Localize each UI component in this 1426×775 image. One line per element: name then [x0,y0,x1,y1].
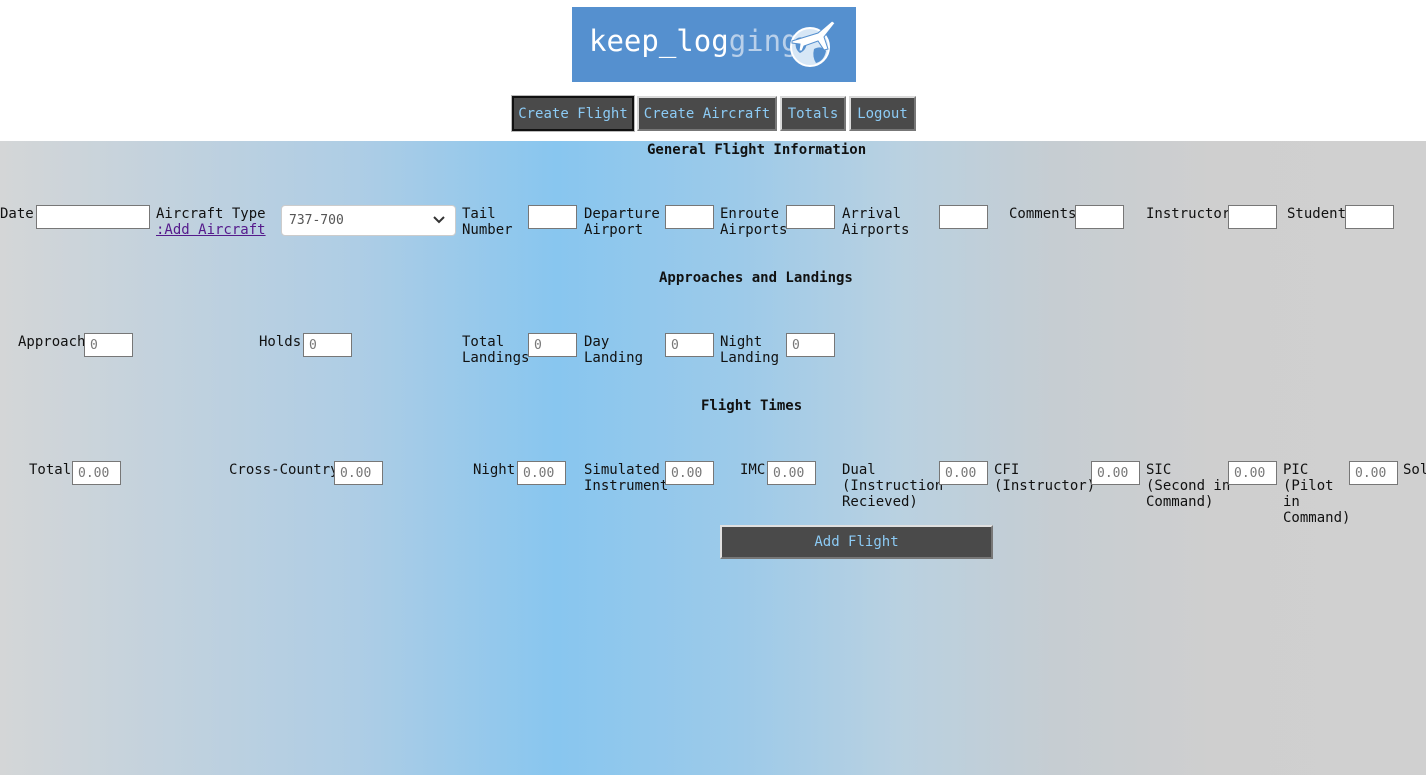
night-landing-input[interactable] [786,333,835,357]
add-aircraft-link[interactable]: :Add Aircraft [156,222,266,238]
night-landing-label-line2: Landing [720,350,780,366]
flight-times-title: Flight Times [701,398,803,414]
simulated-instrument-input[interactable] [665,461,714,485]
aircraft-type-selected: 737-700 [289,213,344,228]
sic-label-line3: Command) [1146,494,1214,510]
arrival-airports-input[interactable] [939,205,988,229]
totals-button[interactable]: Totals [780,96,846,131]
student-input[interactable] [1345,205,1394,229]
total-landings-input[interactable] [528,333,577,357]
arrival-airports-label-line1: Arrival [842,206,902,222]
tail-number-input[interactable] [528,205,577,229]
approach-label: Approach [18,334,86,350]
instructor-label: Instructor [1146,206,1231,222]
day-landing-label: Day Landing [584,334,643,366]
sic-label-line2: (Second in [1146,478,1231,494]
enroute-airports-input[interactable] [786,205,835,229]
night-landing-label: Night Landing [720,334,779,366]
pic-label: PIC (Pilot in Command) [1283,462,1350,526]
dual-label-line2: (Instruction [842,478,944,494]
sic-input[interactable] [1228,461,1277,485]
day-landing-label-line2: Landing [584,350,644,366]
night-landing-label-line1: Night [720,334,763,350]
aircraft-type-label: Aircraft Type [156,206,266,222]
arrival-airports-label: Arrival Airports [842,206,909,238]
tail-number-label-line1: Tail [462,206,496,222]
sic-label: SIC (Second in Command) [1146,462,1230,510]
tail-number-label-line2: Number [462,222,513,238]
total-landings-label: Total Landings [462,334,529,366]
pic-label-line4: Command) [1283,510,1351,526]
departure-airport-label: Departure Airport [584,206,660,238]
total-landings-label-line2: Landings [462,350,530,366]
date-label: Date [0,206,34,222]
add-flight-button[interactable]: Add Flight [720,525,993,559]
pic-label-line1: PIC [1283,462,1309,478]
dual-input[interactable] [939,461,988,485]
comments-label: Comments [1009,206,1077,222]
logout-button[interactable]: Logout [849,96,916,131]
simulated-instrument-label-line2: Instrument [584,478,669,494]
general-flight-info-title: General Flight Information [647,142,867,158]
cfi-input[interactable] [1091,461,1140,485]
dual-label: Dual (Instruction Recieved) [842,462,943,510]
create-flight-button[interactable]: Create Flight [511,95,635,132]
create-aircraft-button[interactable]: Create Aircraft [637,96,777,131]
cfi-label-line1: CFI [994,462,1020,478]
night-time-label: Night [473,462,516,478]
day-landing-input[interactable] [665,333,714,357]
pic-label-line3: in [1283,494,1300,510]
cfi-label-line2: (Instructor) [994,478,1096,494]
pic-label-line2: (Pilot [1283,478,1334,494]
solo-label: Sol [1403,462,1426,478]
simulated-instrument-label-line1: Simulated [584,462,660,478]
night-time-input[interactable] [517,461,566,485]
student-label: Student [1287,206,1347,222]
imc-label: IMC [740,462,766,478]
approaches-landings-title: Approaches and Landings [659,270,853,286]
cfi-label: CFI (Instructor) [994,462,1095,494]
dual-label-line1: Dual [842,462,876,478]
globe-airplane-icon [790,20,836,67]
chevron-down-icon [433,216,445,224]
pic-input[interactable] [1349,461,1398,485]
total-landings-label-line1: Total [462,334,505,350]
total-time-label: Total [29,462,72,478]
cross-country-label: Cross-Country [229,462,339,478]
comments-input[interactable] [1075,205,1124,229]
sic-label-line1: SIC [1146,462,1172,478]
enroute-airports-label-line1: Enroute [720,206,780,222]
cross-country-input[interactable] [334,461,383,485]
enroute-airports-label: Enroute Airports [720,206,787,238]
logo-text-main: keep_log [589,24,729,58]
enroute-airports-label-line2: Airports [720,222,788,238]
day-landing-label-line1: Day [584,334,610,350]
departure-airport-label-line2: Airport [584,222,644,238]
dual-label-line3: Recieved) [842,494,918,510]
departure-airport-input[interactable] [665,205,714,229]
departure-airport-label-line1: Departure [584,206,660,222]
instructor-input[interactable] [1228,205,1277,229]
simulated-instrument-label: Simulated Instrument [584,462,668,494]
arrival-airports-label-line2: Airports [842,222,910,238]
logo: keep_logging [572,7,856,82]
date-input[interactable] [36,205,150,229]
total-time-input[interactable] [72,461,121,485]
imc-input[interactable] [767,461,816,485]
approach-input[interactable] [84,333,133,357]
logo-text: keep_logging [589,24,799,58]
holds-input[interactable] [303,333,352,357]
tail-number-label: Tail Number [462,206,513,238]
holds-label: Holds [259,334,302,350]
aircraft-type-select[interactable]: 737-700 [281,205,456,236]
